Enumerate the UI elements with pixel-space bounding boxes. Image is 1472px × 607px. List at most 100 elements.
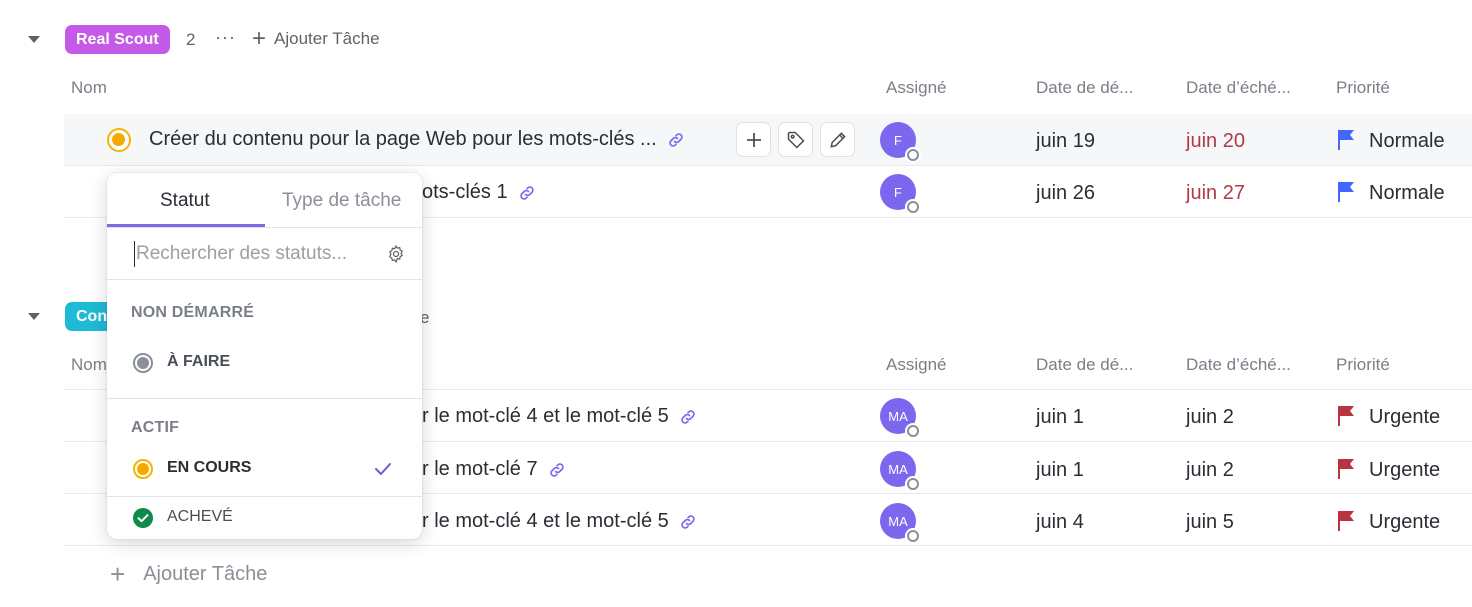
presence-indicator-icon — [905, 147, 921, 163]
status-todo-icon — [133, 353, 153, 373]
due-date[interactable]: juin 20 — [1186, 130, 1245, 153]
due-date[interactable]: juin 2 — [1186, 459, 1234, 482]
plus-icon: + — [252, 25, 267, 52]
tab-task-type[interactable]: Type de tâche — [282, 190, 401, 212]
avatar-initials: MA — [888, 513, 908, 529]
presence-indicator-icon — [905, 423, 921, 439]
status-search-input[interactable] — [134, 241, 374, 267]
group-task-count: 2 — [186, 30, 196, 49]
selected-check-icon — [375, 463, 391, 475]
column-header-priority[interactable]: Priorité — [1336, 78, 1390, 98]
link-icon[interactable] — [518, 184, 536, 202]
group-add-task-button[interactable]: + Ajouter Tâche — [252, 27, 380, 51]
column-header-due-date[interactable]: Date d’éché... — [1186, 355, 1291, 375]
section-label-active: ACTIF — [131, 419, 180, 436]
task-name-text: r le mot-clé 4 et le mot-clé 5 — [422, 510, 669, 532]
due-date[interactable]: juin 2 — [1186, 406, 1234, 429]
link-icon[interactable] — [679, 408, 697, 426]
priority-label[interactable]: Urgente — [1369, 459, 1440, 482]
assignee-avatar[interactable]: MA — [880, 503, 921, 544]
section-label-not-started: NON DÉMARRÉ — [131, 304, 255, 321]
assignee-avatar[interactable]: MA — [880, 398, 921, 439]
status-option-todo[interactable]: À FAIRE — [107, 343, 422, 383]
column-header-priority[interactable]: Priorité — [1336, 355, 1390, 375]
start-date[interactable]: juin 1 — [1036, 406, 1084, 429]
presence-indicator-icon — [905, 476, 921, 492]
rename-task-button[interactable] — [820, 122, 855, 157]
add-task-button[interactable]: + Ajouter Tâche — [110, 561, 267, 587]
group-more-options-icon[interactable]: ··· — [215, 27, 236, 48]
gear-icon[interactable] — [386, 244, 406, 264]
plus-icon — [746, 132, 761, 147]
link-icon[interactable] — [548, 461, 566, 479]
status-in-progress-icon[interactable] — [107, 128, 131, 152]
task-name-text: Créer du contenu pour la page Web pour l… — [149, 128, 657, 150]
avatar-initials: MA — [888, 461, 908, 477]
start-date[interactable]: juin 19 — [1036, 130, 1095, 153]
add-task-label: Ajouter Tâche — [143, 562, 268, 585]
status-picker-popup: Statut Type de tâche NON DÉMARRÉ À FAIRE… — [107, 173, 422, 539]
priority-flag-icon[interactable] — [1336, 181, 1356, 203]
status-search-row — [107, 228, 422, 280]
column-header-name[interactable]: Nom — [71, 78, 107, 98]
task-name-text: ots-clés 1 — [422, 181, 508, 203]
assignee-avatar[interactable]: F — [880, 174, 921, 215]
presence-indicator-icon — [905, 199, 921, 215]
column-header-assignee[interactable]: Assigné — [886, 355, 946, 375]
column-header-due-date[interactable]: Date d’éché... — [1186, 78, 1291, 98]
status-option-label: EN COURS — [167, 459, 252, 476]
avatar-initials: MA — [888, 408, 908, 424]
due-date[interactable]: juin 5 — [1186, 511, 1234, 534]
priority-flag-icon[interactable] — [1336, 129, 1356, 151]
status-in-progress-icon — [133, 459, 153, 479]
task-name[interactable]: r le mot-clé 4 et le mot-clé 5 — [422, 510, 697, 533]
column-header-start-date[interactable]: Date de dé... — [1036, 355, 1133, 375]
task-name[interactable]: r le mot-clé 7 — [422, 458, 566, 481]
presence-indicator-icon — [905, 528, 921, 544]
assignee-avatar[interactable]: MA — [880, 451, 921, 492]
active-tab-indicator — [107, 224, 265, 227]
priority-flag-icon[interactable] — [1336, 458, 1356, 480]
task-name[interactable]: r le mot-clé 4 et le mot-clé 5 — [422, 405, 697, 428]
collapse-group-caret-icon[interactable] — [28, 36, 40, 43]
task-name[interactable]: ots-clés 1 — [422, 181, 536, 204]
divider — [107, 496, 422, 497]
start-date[interactable]: juin 4 — [1036, 511, 1084, 534]
due-date[interactable]: juin 27 — [1186, 182, 1245, 205]
link-icon[interactable] — [679, 513, 697, 531]
avatar-initials: F — [894, 132, 902, 148]
start-date[interactable]: juin 26 — [1036, 182, 1095, 205]
group-label[interactable]: Real Scout — [65, 25, 170, 54]
tag-icon — [787, 131, 805, 149]
status-option-label: À FAIRE — [167, 353, 231, 370]
pencil-icon — [829, 131, 846, 148]
popup-tabs: Statut Type de tâche — [107, 173, 422, 228]
avatar-initials: F — [894, 184, 902, 200]
task-name[interactable]: Créer du contenu pour la page Web pour l… — [149, 128, 685, 151]
column-header-assignee[interactable]: Assigné — [886, 78, 946, 98]
priority-label[interactable]: Normale — [1369, 182, 1445, 205]
assignee-avatar[interactable]: F — [880, 122, 921, 163]
plus-icon: + — [110, 559, 126, 589]
column-header-name[interactable]: Nom — [71, 355, 107, 375]
divider — [107, 398, 422, 399]
status-complete-icon — [133, 508, 153, 528]
start-date[interactable]: juin 1 — [1036, 459, 1084, 482]
link-icon[interactable] — [667, 131, 685, 149]
tab-status[interactable]: Statut — [160, 190, 210, 212]
add-tag-button[interactable] — [778, 122, 813, 157]
priority-label[interactable]: Urgente — [1369, 511, 1440, 534]
column-header-start-date[interactable]: Date de dé... — [1036, 78, 1133, 98]
task-name-text: r le mot-clé 4 et le mot-clé 5 — [422, 405, 669, 427]
collapse-group-caret-icon[interactable] — [28, 313, 40, 320]
status-option-complete[interactable]: ACHEVÉ — [107, 498, 422, 538]
priority-label[interactable]: Normale — [1369, 130, 1445, 153]
task-name-text: r le mot-clé 7 — [422, 458, 538, 480]
add-subtask-button[interactable] — [736, 122, 771, 157]
status-option-in-progress[interactable]: EN COURS — [107, 449, 422, 489]
priority-label[interactable]: Urgente — [1369, 406, 1440, 429]
add-task-label: Ajouter Tâche — [274, 29, 380, 48]
status-option-label: ACHEVÉ — [167, 508, 233, 525]
priority-flag-icon[interactable] — [1336, 405, 1356, 427]
priority-flag-icon[interactable] — [1336, 510, 1356, 532]
